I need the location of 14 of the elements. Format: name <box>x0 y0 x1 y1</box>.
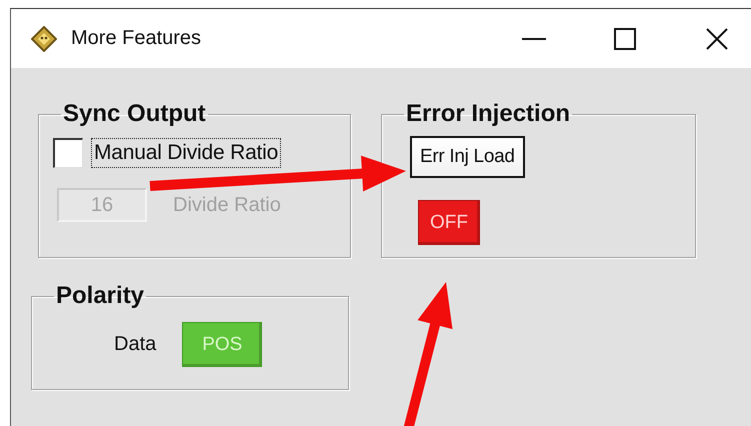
toggle-button[interactable]: OFF <box>418 200 480 245</box>
group-title: Error Injection <box>405 100 572 128</box>
load-button[interactable]: Err Inj Load <box>410 136 525 178</box>
checkbox-label[interactable]: Manual Divide Ratio <box>91 138 282 168</box>
group-title: Sync Output <box>62 100 207 128</box>
close-icon[interactable] <box>705 26 729 50</box>
maximize-icon[interactable] <box>613 26 637 50</box>
window-title: More Features <box>71 27 202 50</box>
app-icon <box>31 26 57 52</box>
field-label: Divide Ratio <box>173 194 281 216</box>
toggle-button[interactable]: POS <box>182 322 262 367</box>
group-title: Polarity <box>55 282 146 310</box>
checkbox[interactable] <box>53 138 83 168</box>
data-label: Data <box>114 333 156 356</box>
